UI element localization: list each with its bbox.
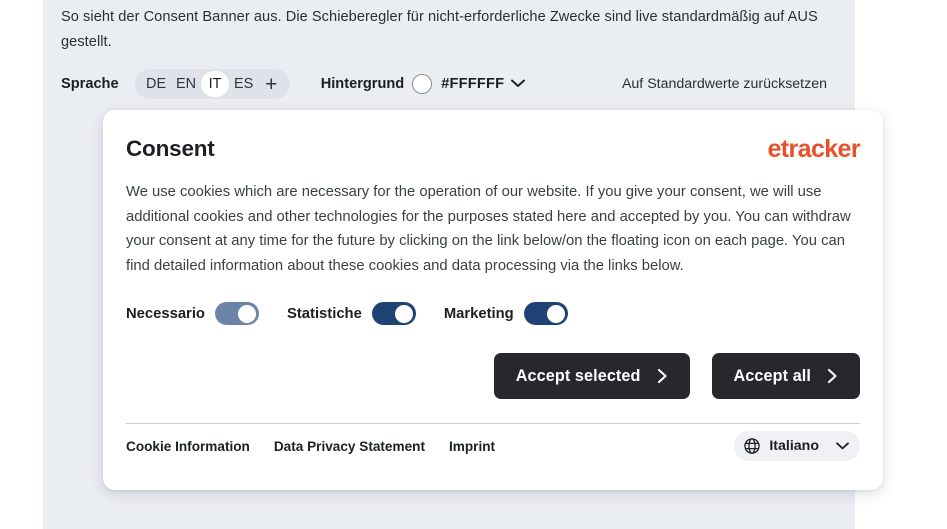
chevron-down-icon[interactable] xyxy=(511,75,526,93)
background-label: Hintergrund xyxy=(320,76,405,92)
etracker-logo: etracker xyxy=(767,134,860,163)
toggle-knob xyxy=(394,304,413,323)
page-title: Consent xyxy=(126,136,215,161)
purpose-label: Necessario xyxy=(126,305,205,322)
footer-links: Cookie Information Data Privacy Statemen… xyxy=(126,439,495,454)
chevron-right-icon xyxy=(657,368,668,384)
accept-all-label: Accept all xyxy=(733,366,811,385)
accept-selected-label: Accept selected xyxy=(515,366,641,385)
toggle-statistiche[interactable] xyxy=(371,302,416,325)
imprint-link[interactable]: Imprint xyxy=(449,439,495,454)
globe-icon xyxy=(743,437,761,455)
language-chip-it[interactable]: IT xyxy=(201,71,230,97)
language-switcher[interactable]: DE EN IT ES + xyxy=(135,69,291,99)
purpose-marketing: Marketing xyxy=(444,302,568,325)
toggle-knob xyxy=(237,304,256,323)
purpose-label: Marketing xyxy=(443,305,514,322)
intro-description: So sieht der Consent Banner aus. Die Sch… xyxy=(61,9,818,50)
banner-footer: Cookie Information Data Privacy Statemen… xyxy=(126,424,860,468)
background-hex-value: #FFFFFF xyxy=(441,76,505,92)
toggle-marketing[interactable] xyxy=(523,302,568,325)
chevron-right-icon xyxy=(827,368,838,384)
language-label: Sprache xyxy=(61,76,119,93)
plus-icon[interactable]: + xyxy=(258,71,284,97)
footer-language-select[interactable]: Italiano xyxy=(734,431,860,461)
purpose-statistiche: Statistiche xyxy=(287,302,416,325)
footer-language-label: Italiano xyxy=(769,438,819,454)
accept-all-button[interactable]: Accept all xyxy=(711,353,860,399)
consent-settings-panel: So sieht der Consent Banner aus. Die Sch… xyxy=(43,0,883,529)
language-chip-de[interactable]: DE xyxy=(141,71,171,97)
accept-selected-button[interactable]: Accept selected xyxy=(493,353,690,399)
chevron-down-icon xyxy=(836,437,849,455)
language-chip-en[interactable]: EN xyxy=(171,71,201,97)
background-color-control: Hintergrund #FFFFFF xyxy=(321,74,526,94)
purpose-label: Statistiche xyxy=(286,305,362,322)
consent-body-text: We use cookies which are necessary for t… xyxy=(126,184,851,274)
banner-action-buttons: Accept selected Accept all xyxy=(126,353,860,399)
data-privacy-statement-link[interactable]: Data Privacy Statement xyxy=(274,439,425,454)
toggle-knob xyxy=(546,304,565,323)
page-root: So sieht der Consent Banner aus. Die Sch… xyxy=(0,0,947,529)
banner-header: Consent etracker xyxy=(126,132,861,166)
toggle-necessario[interactable] xyxy=(214,302,259,325)
purpose-toggle-group: Necessario Statistiche Marketing xyxy=(126,302,860,325)
cookie-information-link[interactable]: Cookie Information xyxy=(126,439,250,454)
consent-banner-preview: Consent etracker We use cookies which ar… xyxy=(103,110,883,490)
reset-to-defaults-link[interactable]: Auf Standardwerte zurücksetzen xyxy=(622,69,827,99)
banner-controls-row: Sprache DE EN IT ES + Hintergrund #FFFFF… xyxy=(61,69,839,101)
language-chip-es[interactable]: ES xyxy=(229,71,258,97)
purpose-necessario: Necessario xyxy=(126,302,259,325)
color-swatch-circle-icon[interactable] xyxy=(412,74,433,94)
